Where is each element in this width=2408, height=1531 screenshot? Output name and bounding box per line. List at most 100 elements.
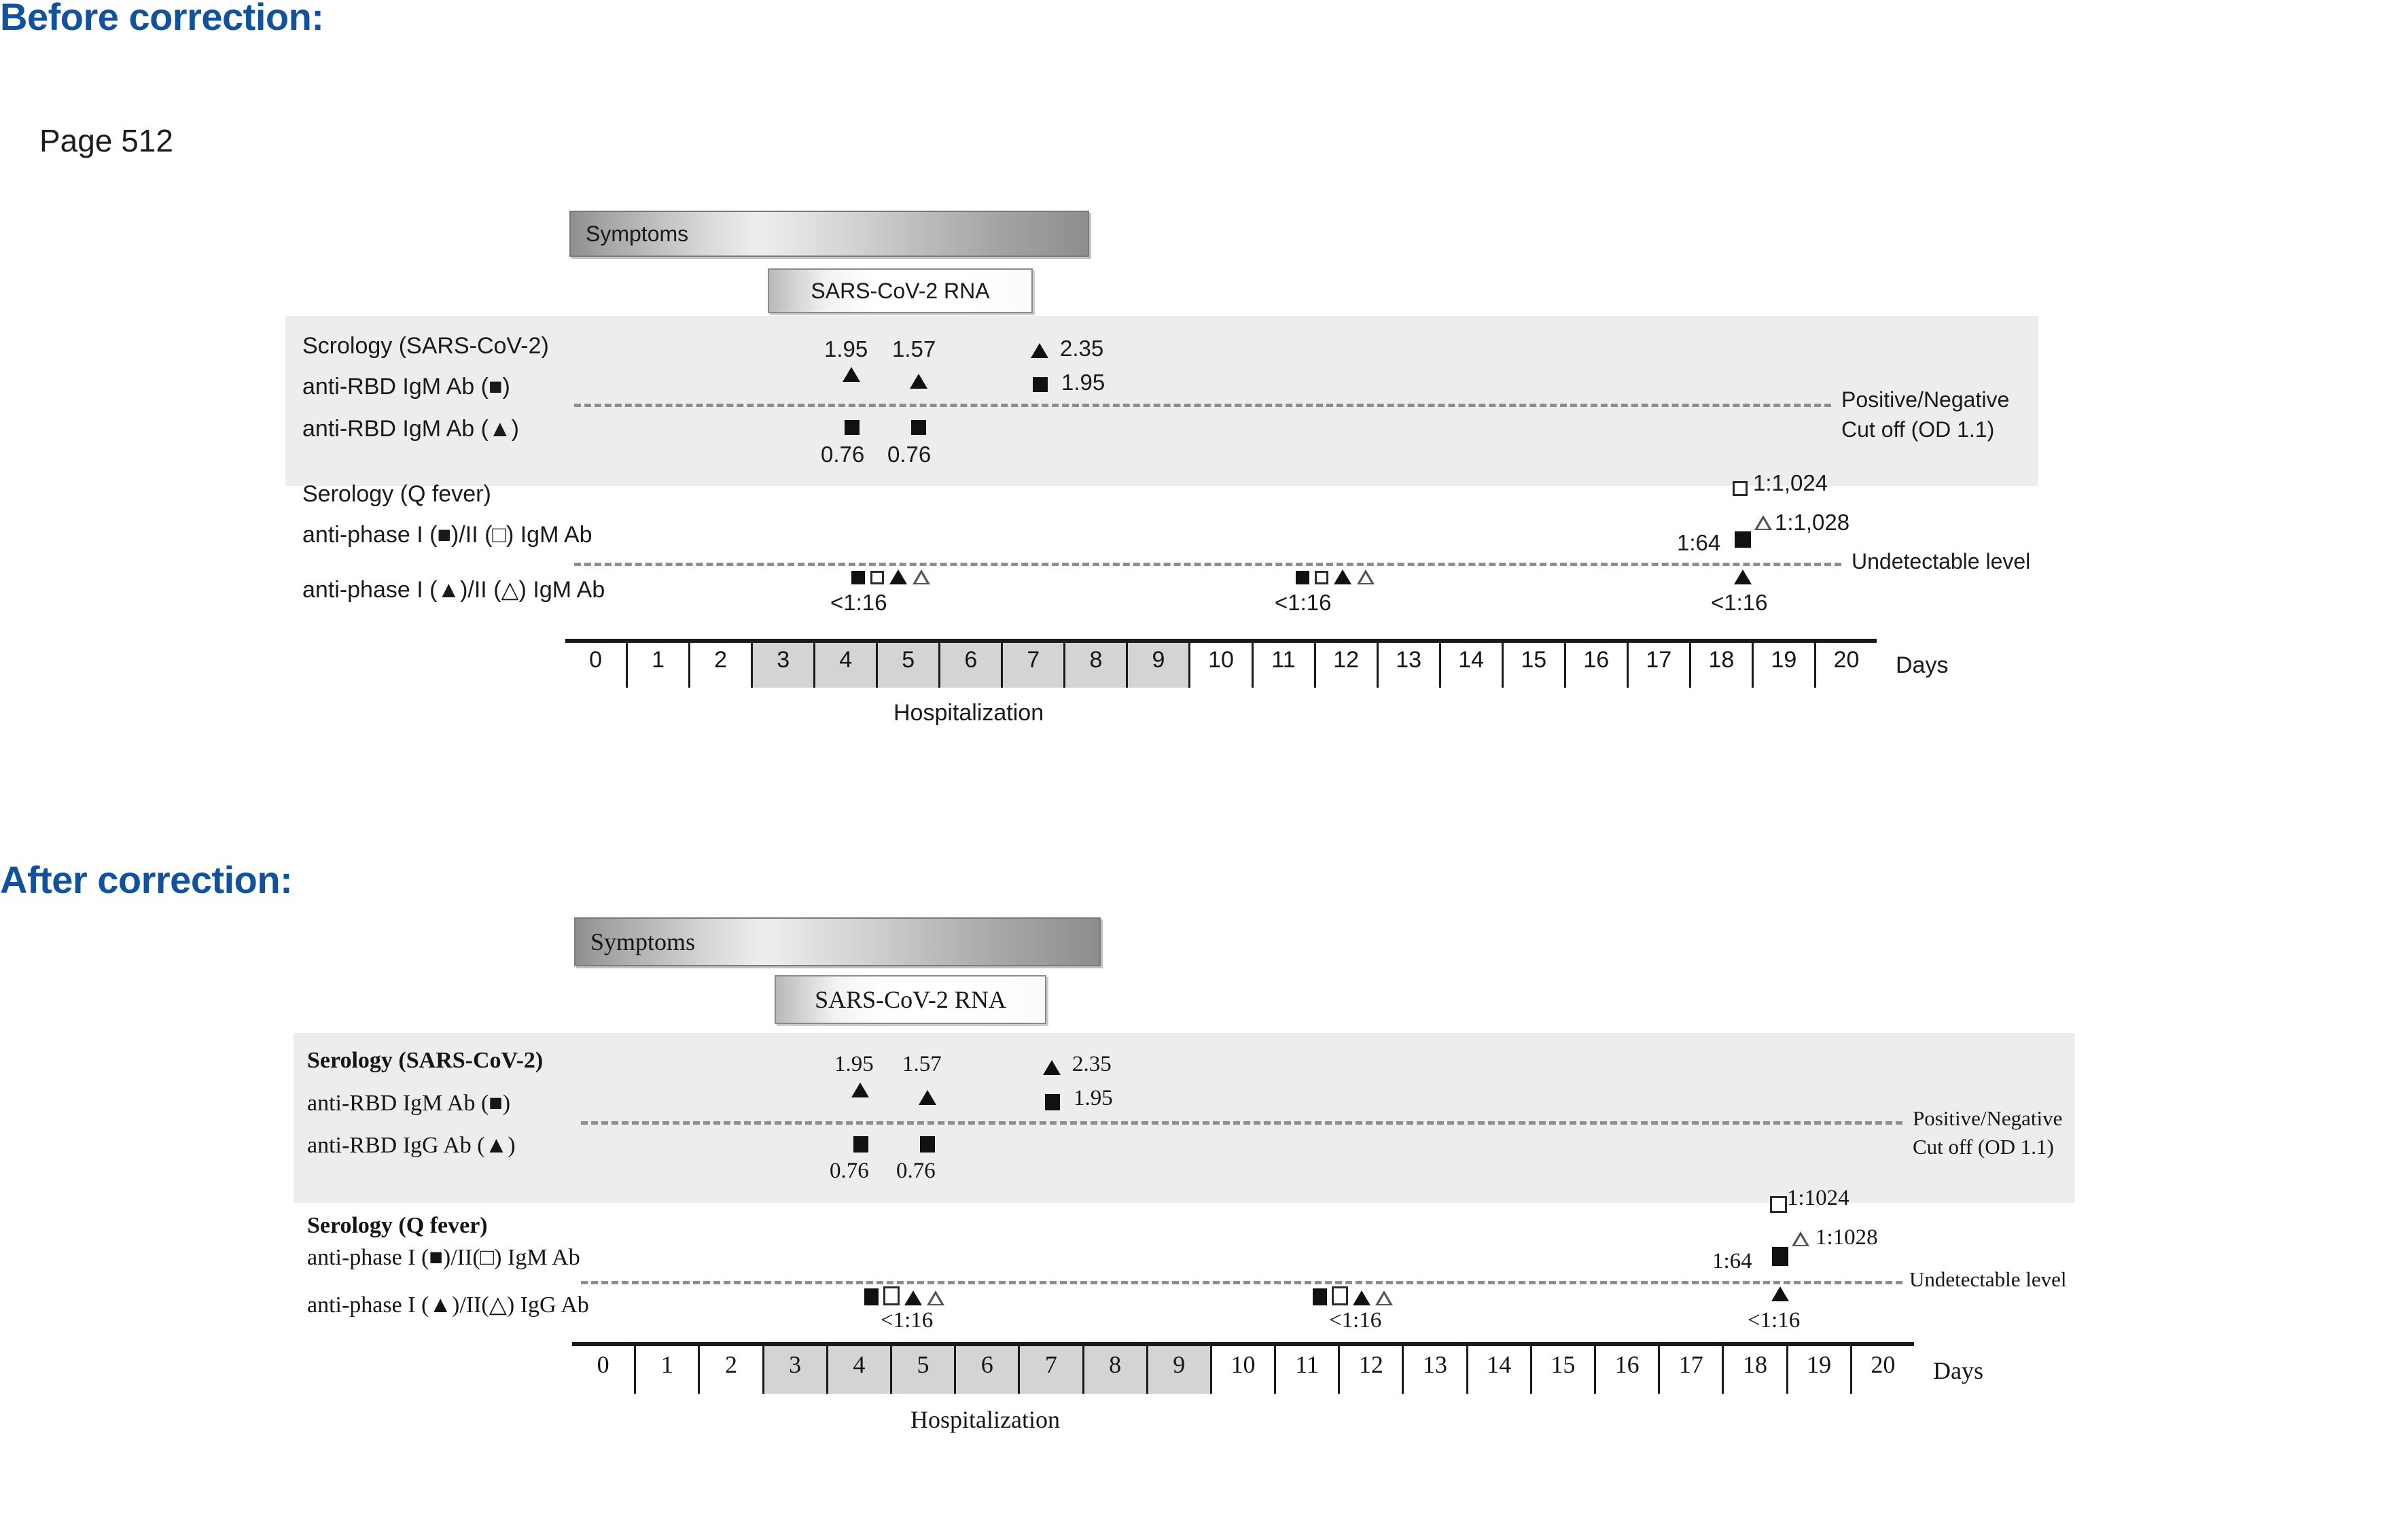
value-filled-square-d19-before: 1:64: [1677, 530, 1721, 555]
anti-rbd-row1-label-before: anti-RBD IgM Ab (■): [302, 374, 510, 400]
axis-tick-0: 0: [572, 1346, 634, 1394]
marker-square-d6-before: [911, 420, 926, 435]
marker-open-square-d19-before: [1733, 481, 1748, 496]
axis-tick-label: 15: [1521, 647, 1547, 673]
axis-tick-label: 7: [1044, 1351, 1057, 1378]
value-tri-d9-after: 2.35: [1072, 1052, 1112, 1076]
marker-cluster-day12-after: [1313, 1286, 1393, 1305]
axis-tick-label: 1: [660, 1351, 673, 1378]
symptoms-bar-label: Symptoms: [590, 928, 696, 955]
axis-tick-9: 9: [1126, 643, 1189, 688]
value-tri-d5-before: 1.95: [824, 336, 868, 362]
axis-tick-11: 11: [1251, 643, 1314, 688]
anti-rbd-row2-label-before: anti-RBD IgM Ab (▲): [302, 416, 519, 442]
axis-tick-label: 9: [1173, 1351, 1186, 1378]
axis-tick-label: 18: [1742, 1351, 1767, 1378]
axis-tick-4: 4: [826, 1346, 890, 1394]
axis-tick-20: 20: [1849, 1346, 1914, 1394]
axis-tick-label: 10: [1208, 647, 1234, 673]
serology-sars-panel-after: [294, 1033, 2075, 1203]
value-sq-d6-before: 0.76: [887, 442, 932, 467]
marker-triangle-d9-after: [1043, 1060, 1061, 1075]
value-open-triangle-d19-after: 1:1028: [1816, 1225, 1878, 1250]
axis-tick-18: 18: [1722, 1346, 1786, 1394]
value-sq-d5-after: 0.76: [830, 1159, 869, 1183]
axis-tick-12: 12: [1338, 1346, 1402, 1394]
anti-rbd-row2-label-after: anti-RBD IgG Ab (▲): [307, 1133, 516, 1158]
after-correction-heading: After correction:: [0, 858, 293, 901]
marker-cluster-day12-before: [1296, 569, 1375, 584]
axis-tick-5: 5: [876, 643, 939, 688]
axis-tick-label: 20: [1871, 1351, 1896, 1378]
axis-tick-3: 3: [762, 1346, 826, 1394]
axis-tick-7: 7: [1018, 1346, 1082, 1394]
axis-tick-6: 6: [954, 1346, 1019, 1394]
axis-tick-label: 12: [1333, 647, 1359, 673]
axis-tick-label: 16: [1614, 1351, 1640, 1378]
symptoms-bar-before: Symptoms: [569, 211, 1089, 257]
serology-sars-title-before: Scrology (SARS-CoV-2): [302, 333, 549, 359]
marker-cluster-day5-after: [864, 1286, 944, 1305]
marker-open-square-d19-after: [1770, 1196, 1787, 1213]
cutoff-dashed-line-before: [574, 404, 1831, 407]
cutoff-label-line1-after: Positive/Negative: [1913, 1106, 2063, 1130]
axis-tick-label: 0: [597, 1351, 609, 1378]
axis-tick-label: 15: [1551, 1351, 1576, 1378]
axis-tick-14: 14: [1466, 1346, 1530, 1394]
axis-tick-2: 2: [698, 1346, 762, 1394]
axis-tick-11: 11: [1274, 1346, 1338, 1394]
serology-q-title-after: Serology (Q fever): [307, 1213, 488, 1238]
axis-tick-7: 7: [1001, 643, 1064, 688]
marker-square-d9-after: [1045, 1094, 1060, 1110]
axis-tick-8: 8: [1082, 1346, 1146, 1394]
axis-tick-19: 19: [1751, 643, 1814, 688]
symptoms-bar-after: Symptoms: [574, 917, 1101, 966]
axis-tick-10: 10: [1188, 643, 1251, 688]
symptoms-bar-label: Symptoms: [586, 221, 689, 246]
cutoff-label-line2-after: Cut off (OD 1.1): [1913, 1135, 2054, 1159]
value-tri-d6-before: 1.57: [892, 336, 936, 362]
anti-rbd-row1-label-after: anti-RBD IgM Ab (■): [307, 1091, 511, 1116]
undetectable-label-before: Undetectable level: [1852, 549, 2031, 574]
figure-before-correction: Symptoms SARS-CoV-2 RNA Scrology (SARS-C…: [0, 170, 2408, 734]
marker-filled-square-d19-after: [1772, 1247, 1788, 1266]
rna-bar-label: SARS-CoV-2 RNA: [815, 986, 1006, 1013]
marker-open-triangle-d12-before: [1357, 569, 1375, 584]
marker-open-square-d5-before: [870, 571, 884, 584]
axis-tick-label: 13: [1423, 1351, 1448, 1378]
marker-open-triangle-d19-before: [1754, 515, 1772, 530]
value-cluster-c-before: <1:16: [1711, 590, 1768, 615]
axis-tick-row-before: 0 1 2 3 4 5 6 7 8 9 10 11 12 13 14 15 16 17 18 19 20: [565, 643, 1877, 688]
axis-tick-20: 20: [1813, 643, 1877, 688]
axis-tick-0: 0: [565, 643, 626, 688]
axis-tick-3: 3: [751, 643, 814, 688]
axis-tick-label: 0: [589, 647, 602, 673]
axis-tick-label: 3: [789, 1351, 802, 1378]
marker-filled-triangle-d19-before: [1734, 569, 1752, 584]
page-label: Page 512: [39, 123, 173, 158]
axis-tick-label: 18: [1708, 647, 1735, 673]
value-open-square-d19-after: 1:1024: [1787, 1186, 1849, 1210]
marker-triangle-d6-after: [919, 1090, 936, 1105]
axis-tick-label: 7: [1027, 647, 1040, 673]
cutoff-label-line1-before: Positive/Negative: [1841, 387, 2010, 412]
axis-tick-label: 19: [1807, 1351, 1832, 1378]
marker-filled-square-d5-after: [864, 1288, 879, 1305]
rna-bar-label: SARS-CoV-2 RNA: [811, 278, 990, 303]
axis-tick-label: 6: [980, 1351, 993, 1378]
axis-tick-16: 16: [1563, 643, 1627, 688]
anti-phase-row1-label-before: anti-phase I (■)/II (□) IgM Ab: [302, 522, 592, 548]
axis-tick-label: 11: [1295, 1351, 1319, 1378]
marker-triangle-d5-after: [851, 1083, 869, 1097]
axis-tick-16: 16: [1594, 1346, 1658, 1394]
marker-open-square-d5-after: [883, 1286, 900, 1305]
value-sq-d9-after: 1.95: [1074, 1086, 1113, 1110]
axis-tick-5: 5: [889, 1346, 955, 1394]
marker-open-square-d12-before: [1315, 571, 1328, 584]
axis-tick-label: 5: [902, 647, 915, 673]
marker-cluster-day5-before: [851, 569, 930, 584]
value-sq-d5-before: 0.76: [821, 442, 865, 467]
axis-tick-label: 17: [1678, 1351, 1703, 1378]
marker-square-d5-before: [845, 420, 860, 435]
value-cluster-b-after: <1:16: [1329, 1308, 1382, 1333]
